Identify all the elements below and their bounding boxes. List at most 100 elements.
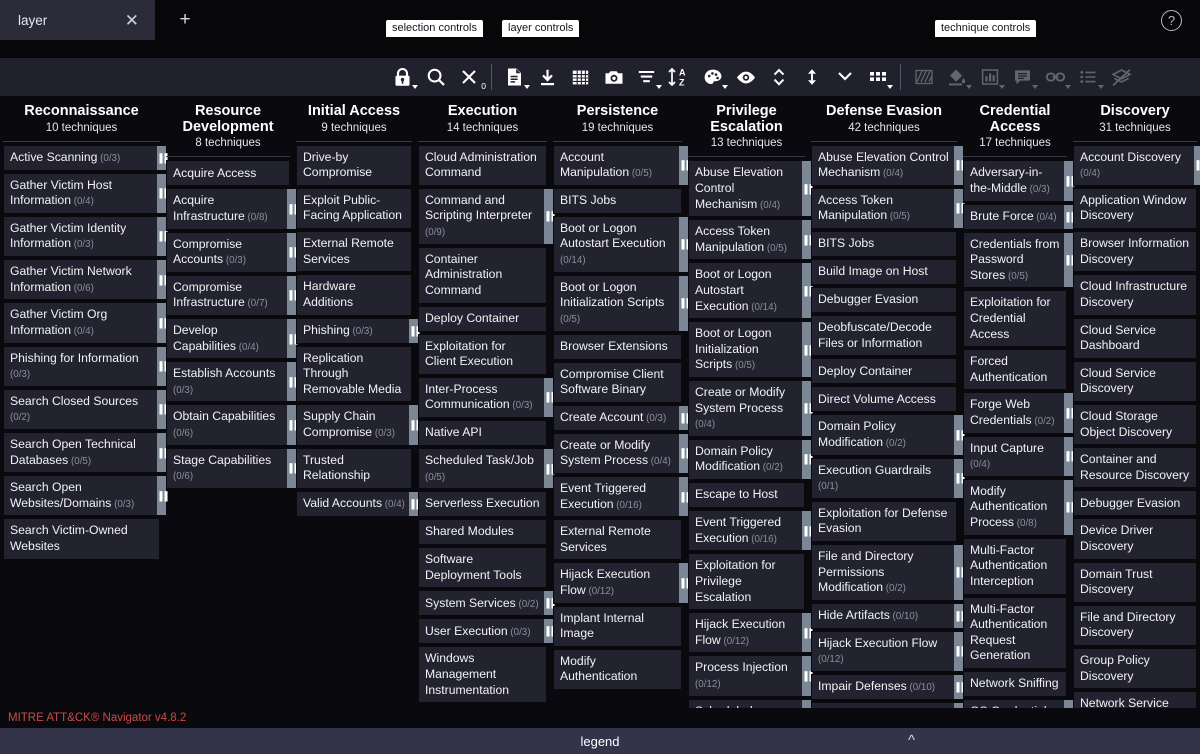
technique-cell[interactable]: Cloud Service Dashboard <box>1073 317 1197 359</box>
technique-cell[interactable]: Scheduled Task/Job (0/5)▐▐ <box>418 447 555 490</box>
new-tab-button[interactable]: + <box>155 0 215 40</box>
help-circle-icon[interactable]: ? <box>1161 10 1182 31</box>
technique-cell[interactable]: Cloud Storage Object Discovery <box>1073 403 1197 446</box>
technique-cell[interactable]: Debugger Evasion <box>811 287 957 314</box>
technique-cell[interactable]: User Execution (0/3) ▐▐ <box>418 618 555 645</box>
technique-cell[interactable]: Cloud Administration Command <box>418 144 547 186</box>
technique-cell[interactable]: Abuse Elevation Control Mechanism (0/4) ▐… <box>811 144 965 186</box>
tactic-header[interactable]: Privilege Escalation 13 techniques <box>685 103 808 155</box>
selection-behavior-button[interactable] <box>386 61 419 93</box>
technique-cell[interactable]: Network Sniffing <box>963 670 1067 697</box>
clear-technique-button[interactable] <box>1105 61 1138 93</box>
clear-selection-button[interactable]: 0 <box>452 61 486 93</box>
tactic-header[interactable]: Execution 14 techniques <box>415 103 550 140</box>
technique-cell[interactable]: Hide Artifacts (0/10) ▐▐ <box>811 602 965 629</box>
technique-cell[interactable]: Hardware Additions <box>296 274 412 316</box>
technique-cell[interactable]: Gather Victim Org Information (0/4) ▐▐ <box>3 302 168 344</box>
export-image-button[interactable] <box>597 61 630 93</box>
technique-cell[interactable]: Exploitation for Client Execution <box>418 333 547 375</box>
technique-cell[interactable]: Forced Authentication <box>963 349 1067 391</box>
technique-cell[interactable]: File and Directory Discovery <box>1073 604 1197 647</box>
technique-cell[interactable]: BITS Jobs <box>811 231 957 258</box>
technique-cell[interactable]: Multi-Factor Authentication Interception <box>963 537 1067 595</box>
technique-cell[interactable]: Stage Capabilities (0/6) ▐▐ <box>166 447 298 489</box>
technique-cell[interactable]: Phishing for Information (0/3) ▐▐ <box>3 345 168 387</box>
technique-cell[interactable]: Shared Modules <box>418 519 547 546</box>
link-button[interactable] <box>1039 61 1072 93</box>
metadata-button[interactable] <box>1072 61 1105 93</box>
expand-subtechniques-button[interactable] <box>762 61 795 93</box>
background-color-button[interactable] <box>940 61 973 93</box>
chevron-up-icon[interactable]: ^ <box>908 732 915 749</box>
color-setup-button[interactable] <box>696 61 729 93</box>
technique-cell[interactable]: Abuse Elevation Control Mechanism (0/4) ▐… <box>688 160 813 218</box>
technique-cell[interactable]: Adversary-in-the-Middle (0/3) ▐▐ <box>963 160 1075 202</box>
technique-cell[interactable]: Search Closed Sources (0/2) ▐▐ <box>3 388 168 430</box>
render-layer-button[interactable] <box>564 61 597 93</box>
collapse-subtechniques-button[interactable] <box>795 61 828 93</box>
technique-cell[interactable]: Domain Trust Discovery <box>1073 561 1197 603</box>
technique-cell[interactable]: Impair Defenses (0/10) ▐▐ <box>811 674 965 701</box>
technique-cell[interactable]: Escape to Host <box>688 482 805 509</box>
technique-cell[interactable]: Event Triggered Execution (0/16) ▐▐ <box>688 510 813 552</box>
expand-subtechniques-handle[interactable]: ▐▐ <box>1193 145 1200 185</box>
technique-cell[interactable]: Software Deployment Tools <box>418 547 547 589</box>
technique-cell[interactable]: Trusted Relationship <box>296 447 412 489</box>
technique-cell[interactable]: Establish Accounts (0/3) ▐▐ <box>166 361 298 403</box>
technique-cell[interactable]: Browser Extensions <box>553 333 682 360</box>
technique-cell[interactable]: Create or Modify System Process (0/4) ▐▐ <box>553 432 690 474</box>
technique-cell[interactable]: Access Token Manipulation (0/5) ▐▐ <box>811 187 965 230</box>
technique-cell[interactable]: Hijack Execution Flow (0/12) ▐▐ <box>688 612 813 654</box>
technique-cell[interactable]: Debugger Evasion <box>1073 490 1197 517</box>
tactic-header[interactable]: Reconnaissance 10 techniques <box>0 103 163 140</box>
technique-cell[interactable]: Container Administration Command <box>418 246 547 304</box>
legend-bar[interactable]: ^ legend <box>0 728 1200 754</box>
technique-cell[interactable]: Compromise Accounts (0/3) ▐▐ <box>166 231 298 273</box>
technique-cell[interactable]: Exploitation for Defense Evasion <box>811 500 957 542</box>
technique-cell[interactable]: Deploy Container <box>418 305 547 332</box>
technique-cell[interactable]: Process Injection (0/12) ▐▐ <box>688 655 813 697</box>
technique-cell[interactable]: Boot or Logon Autostart Execution (0/14)… <box>553 215 690 273</box>
download-layer-button[interactable] <box>531 61 564 93</box>
technique-cell[interactable]: External Remote Services <box>296 231 412 273</box>
technique-cell[interactable]: Exploitation for Privilege Escalation <box>688 553 805 611</box>
technique-cell[interactable]: Forge Web Credentials (0/2) ▐▐ <box>963 392 1075 434</box>
technique-cell[interactable]: Search Open Technical Databases (0/5) ▐▐ <box>3 431 168 474</box>
technique-cell[interactable]: Account Manipulation (0/5) ▐▐ <box>553 144 690 186</box>
technique-cell[interactable]: Exploit Public-Facing Application <box>296 187 412 230</box>
technique-cell[interactable]: Compromise Infrastructure (0/7) ▐▐ <box>166 274 298 316</box>
technique-cell[interactable]: Container and Resource Discovery <box>1073 447 1197 489</box>
technique-cell[interactable]: Boot or Logon Autostart Execution (0/14)… <box>688 262 813 320</box>
technique-cell[interactable]: Windows Management Instrumentation <box>418 646 547 704</box>
technique-cell[interactable]: Direct Volume Access <box>811 386 957 413</box>
technique-cell[interactable]: Supply Chain Compromise (0/3) ▐▐ <box>296 404 420 446</box>
technique-cell[interactable]: Execution Guardrails (0/1) ▐▐ <box>811 457 965 499</box>
technique-cell[interactable]: Gather Victim Host Information (0/4) ▐▐ <box>3 172 168 214</box>
tactic-header[interactable]: Credential Access 17 techniques <box>960 103 1070 155</box>
close-icon[interactable]: ✕ <box>123 12 141 29</box>
technique-cell[interactable]: Search Open Websites/Domains (0/3) ▐▐ <box>3 475 168 517</box>
matrix-layout-button[interactable] <box>861 61 894 93</box>
show-hide-disabled-button[interactable] <box>729 61 762 93</box>
technique-cell[interactable]: Deobfuscate/Decode Files or Information <box>811 315 957 357</box>
technique-cell[interactable]: Cloud Infrastructure Discovery <box>1073 274 1197 316</box>
technique-cell[interactable]: Create or Modify System Process (0/4) ▐▐ <box>688 380 813 437</box>
technique-cell[interactable]: Modify Authentication Process (0/8) ▐▐ <box>963 478 1075 536</box>
score-button[interactable] <box>973 61 1006 93</box>
technique-cell[interactable]: Gather Victim Identity Information (0/3)… <box>3 215 168 258</box>
technique-cell[interactable]: Deploy Container <box>811 358 957 385</box>
technique-cell[interactable]: Compromise Client Software Binary <box>553 361 682 403</box>
technique-cell[interactable]: Replication Through Removable Media <box>296 345 412 403</box>
technique-cell[interactable]: BITS Jobs <box>553 187 682 214</box>
tactic-header[interactable]: Resource Development 8 techniques <box>163 103 293 155</box>
technique-cell[interactable]: Gather Victim Network Information (0/6) ▐… <box>3 259 168 301</box>
technique-cell[interactable]: Device Driver Discovery <box>1073 518 1197 560</box>
tactic-header[interactable]: Persistence 19 techniques <box>550 103 685 140</box>
technique-cell[interactable]: External Remote Services <box>553 519 682 561</box>
technique-cell[interactable]: Boot or Logon Initialization Scripts (0/… <box>553 274 690 332</box>
technique-cell[interactable]: Cloud Service Discovery <box>1073 360 1197 402</box>
technique-cell[interactable]: Group Policy Discovery <box>1073 648 1197 690</box>
technique-cell[interactable]: Acquire Access <box>166 160 290 187</box>
comment-button[interactable] <box>1006 61 1039 93</box>
technique-cell[interactable]: Build Image on Host <box>811 259 957 286</box>
